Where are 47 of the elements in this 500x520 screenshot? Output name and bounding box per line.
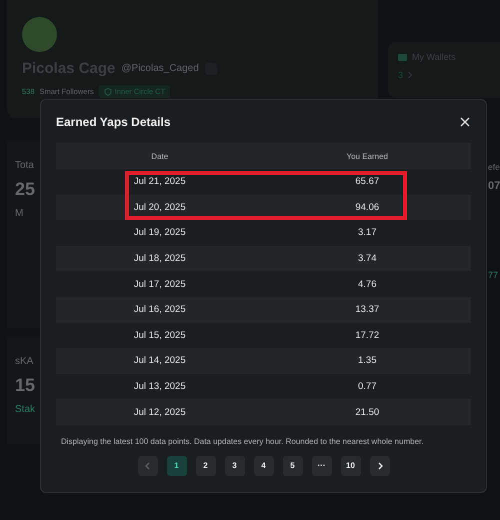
stat-label: sKA: [15, 356, 34, 367]
stat-label: Tota: [15, 160, 35, 171]
stat-label: efe: [488, 162, 500, 172]
date-cell-text: Jul 14, 2025: [132, 355, 187, 366]
date-cell-text: Jul 16, 2025: [132, 304, 187, 316]
stat-value: 25: [15, 179, 36, 200]
footnote: Displaying the latest 100 data points. Data updates every hour. Rounded to the nearest whole number.: [61, 436, 424, 446]
stat-subtext: Stak: [15, 404, 36, 415]
column-header: You Earned: [345, 152, 390, 160]
chevron-left-icon: [142, 460, 152, 471]
close-button[interactable]: [459, 116, 471, 128]
page-button[interactable]: 2: [196, 456, 216, 476]
page-button[interactable]: 1: [166, 456, 186, 476]
stat-value: 15: [15, 375, 36, 396]
column-header: Date: [150, 152, 170, 160]
earned-cell-text: 17.72: [354, 330, 380, 341]
profile-handle: @Picolas_Caged: [121, 63, 199, 74]
date-cell-text: Jul 15, 2025: [132, 330, 187, 341]
page-button[interactable]: 4: [254, 456, 274, 476]
earned-cell-text: 0.77: [357, 381, 378, 392]
more-pages-button[interactable]: ···: [312, 456, 332, 476]
earned-cell-text: 21.50: [354, 406, 380, 418]
page-button[interactable]: 5: [282, 456, 302, 476]
date-cell-text: Jul 20, 2025: [132, 202, 187, 213]
earned-cell-text: 3.17: [357, 227, 378, 238]
date-cell-text: Jul 18, 2025: [132, 253, 187, 264]
earned-cell-text: 1.35: [357, 355, 378, 366]
page-button[interactable]: 3: [224, 456, 244, 476]
earned-cell-text: 65.67: [354, 176, 380, 188]
earned-cell-text: 4.76: [357, 278, 378, 290]
chevron-right-icon: [407, 71, 414, 79]
stat-subtext: M: [15, 208, 24, 219]
stat-subtext: 77: [488, 270, 500, 280]
stat-value: 07: [488, 180, 500, 192]
next-page-button[interactable]: [370, 456, 390, 476]
page-button[interactable]: 10: [340, 456, 360, 476]
avatar: [22, 17, 57, 52]
earned-cell-text: 13.37: [354, 304, 380, 316]
earned-cell-text: 3.74: [357, 253, 378, 264]
date-cell-text: Jul 12, 2025: [132, 406, 187, 418]
dialog-title: Earned Yaps Details: [56, 115, 171, 129]
date-cell-text: Jul 19, 2025: [132, 227, 187, 238]
earned-cell-text: 94.06: [354, 202, 380, 213]
date-cell-text: Jul 21, 2025: [132, 176, 187, 188]
date-cell-text: Jul 17, 2025: [132, 278, 187, 290]
date-cell-text: Jul 13, 2025: [132, 381, 187, 392]
wallet-icon: [398, 53, 407, 61]
